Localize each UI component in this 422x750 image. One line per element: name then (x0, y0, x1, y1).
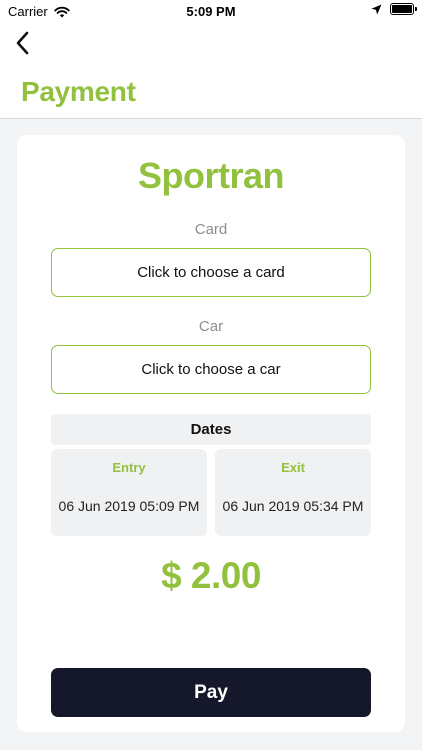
entry-date-box: Entry 06 Jun 2019 05:09 PM (51, 449, 207, 536)
choose-card-button[interactable]: Click to choose a card (51, 248, 371, 297)
page-title: Payment (21, 76, 136, 107)
status-time: 5:09 PM (186, 4, 236, 19)
battery-icon (390, 3, 417, 15)
status-bar: Carrier 5:09 PM (0, 0, 422, 22)
pay-button-label: Pay (194, 681, 228, 703)
entry-label: Entry (112, 460, 146, 475)
top-bar: Carrier 5:09 PM Payment (0, 0, 422, 119)
dates-heading: Dates (51, 414, 371, 445)
car-label: Car (198, 318, 224, 335)
choose-card-text: Click to choose a card (137, 264, 285, 281)
choose-car-text: Click to choose a car (141, 361, 281, 378)
brand-name: Sportran (137, 155, 285, 196)
amount-due: $ 2.00 (161, 555, 261, 596)
card-label: Card (194, 221, 228, 238)
payment-card: Sportran Card Click to choose a card Car… (17, 135, 405, 732)
choose-car-button[interactable]: Click to choose a car (51, 345, 371, 394)
chevron-left-icon (16, 31, 29, 55)
status-right (371, 3, 417, 15)
exit-label: Exit (281, 460, 305, 475)
pay-button[interactable]: Pay (51, 668, 371, 717)
back-button[interactable] (8, 28, 36, 58)
exit-value: 06 Jun 2019 05:34 PM (222, 498, 364, 514)
location-arrow-icon (371, 4, 382, 14)
entry-value: 06 Jun 2019 05:09 PM (58, 498, 200, 514)
exit-date-box: Exit 06 Jun 2019 05:34 PM (215, 449, 371, 536)
